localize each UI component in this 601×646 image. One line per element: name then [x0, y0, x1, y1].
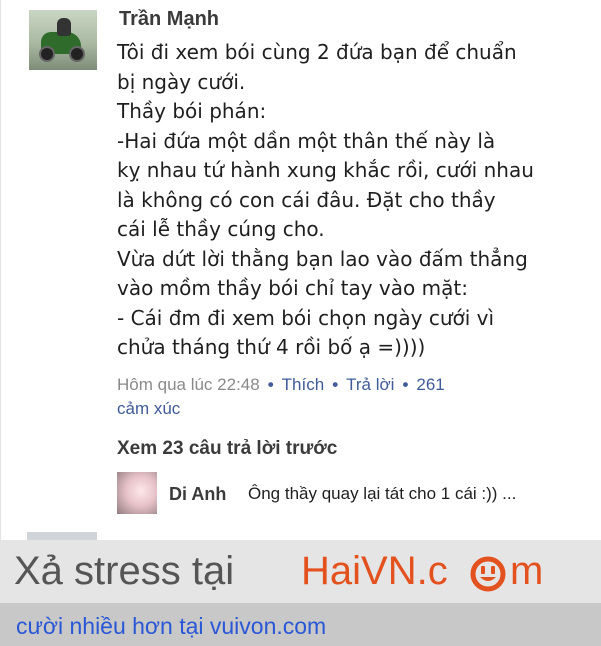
content-line: là không có con cái đâu. Đặt cho thầy — [117, 187, 496, 212]
next-avatar-edge — [27, 532, 97, 540]
like-link[interactable]: Thích — [282, 375, 325, 394]
author-name[interactable]: Trần Mạnh — [119, 8, 219, 31]
content-line: vào mồm thầy bói chỉ tay vào mặt: — [117, 276, 468, 300]
post-meta: Hôm qua lúc 22:48 • Thích • Trả lời • 261 cảm … — [117, 373, 587, 421]
reply-link[interactable]: Trả lời — [346, 375, 394, 394]
content-line: - Cái đm đi xem bói chọn ngày cưới vì — [117, 305, 495, 330]
content-line: bị ngày cưới. — [117, 69, 246, 94]
reply-text: Ông thầy quay lại tát cho 1 cái :)) ... — [248, 484, 517, 503]
separator-dot: • — [402, 375, 409, 394]
content-line: chửa tháng thứ 4 rồi bố ạ =)))) — [117, 335, 426, 359]
content-line: cái lễ thầy cúng cho. — [117, 217, 325, 241]
separator-dot: • — [267, 375, 274, 394]
brand-name-part1: HaiVN.c — [301, 549, 448, 593]
separator-dot: • — [332, 375, 339, 394]
author-avatar[interactable] — [29, 10, 97, 70]
wheel-shape — [69, 46, 85, 62]
reply-item: Di Anh Ông thầy quay lại tát cho 1 cái :… — [117, 472, 587, 516]
view-previous-replies-link[interactable]: Xem 23 câu trả lời trước — [117, 438, 337, 460]
reply-avatar[interactable] — [117, 472, 157, 514]
content-line: Vừa dứt lời thằng bạn lao vào đấm thẳng — [117, 246, 528, 271]
vuivon-link-text[interactable]: cười nhiều hơn tại vuivon.com — [16, 613, 326, 640]
content-line: -Hai đứa một dần một thân thế này là — [117, 128, 496, 153]
post-content: Tôi đi xem bói cùng 2 đứa bạn để chuẩn b… — [117, 38, 587, 363]
facebook-comment-post: Trần Mạnh Tôi đi xem bói cùng 2 đứa bạn … — [0, 0, 601, 540]
wheel-shape — [39, 46, 55, 62]
reaction-label[interactable]: cảm xúc — [117, 399, 180, 418]
rider-shape — [57, 18, 71, 36]
timestamp: Hôm qua lúc 22:48 — [117, 375, 260, 394]
content-line: kỵ nhau tứ hành xung khắc rồi, cưới nhau — [117, 158, 534, 182]
reply-author-name[interactable]: Di Anh — [169, 484, 226, 505]
brand-name-part2: m — [510, 549, 544, 593]
content-line: Tôi đi xem bói cùng 2 đứa bạn để chuẩn — [117, 40, 517, 64]
content-line: Thầy bói phán: — [117, 99, 267, 123]
reaction-count[interactable]: 261 — [416, 375, 444, 394]
stress-banner-text: Xả stress tại — [14, 549, 235, 593]
smiley-logo-icon — [470, 556, 506, 592]
